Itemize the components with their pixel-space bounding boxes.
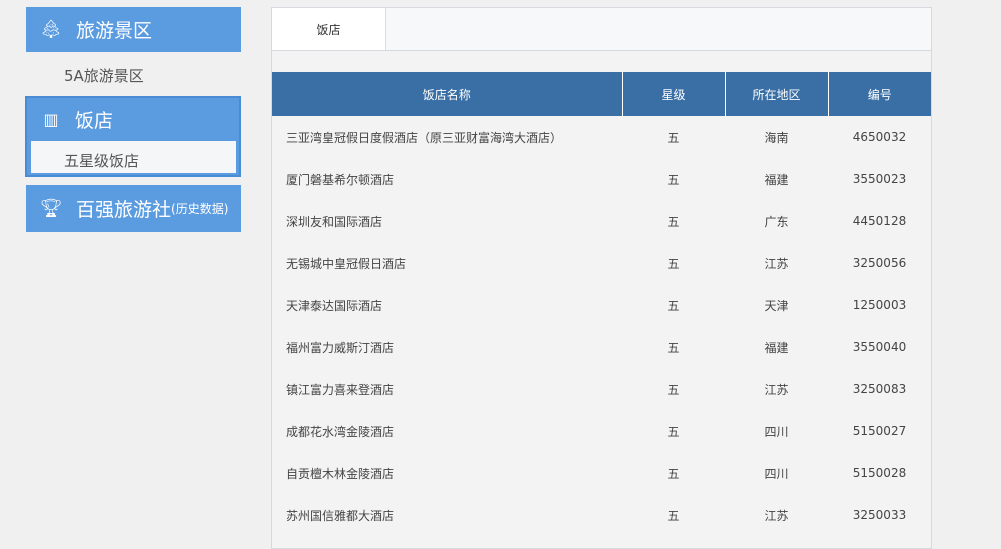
region-cell: 四川 [764,424,789,439]
hotel-name-cell: 自贡檀木林金陵酒店 [286,466,395,481]
region-cell: 广东 [764,214,789,229]
hotel-name-cell: 天津泰达国际酒店 [286,298,383,313]
col-region: 所在地区 [724,72,828,116]
table-row: 天津泰达国际酒店 五 天津 1250003 [272,284,931,326]
hotel-name-cell: 三亚湾皇冠假日度假酒店（原三亚财富海湾大酒店） [286,130,563,145]
star-level-cell: 五 [667,382,680,397]
nav-agency-label: 百强旅游社 [76,199,172,221]
hotel-name-cell: 厦门磐基希尔顿酒店 [286,172,395,187]
col-name: 饭店名称 [272,72,622,116]
region-cell: 江苏 [764,382,789,397]
region-cell: 四川 [764,466,789,481]
nav-agency-suffix: (历史数据) [171,202,229,216]
nav-hotel[interactable]: ▥ 饭店 [27,98,239,141]
region-cell: 江苏 [764,256,789,271]
tab-hotel[interactable]: 饭店 [272,8,386,50]
hotel-name-cell: 无锡城中皇冠假日酒店 [286,256,407,271]
hotel-id-cell: 1250003 [852,298,907,312]
region-cell: 天津 [764,298,789,313]
table-row: 厦门磐基希尔顿酒店 五 福建 3550023 [272,158,931,200]
region-cell: 海南 [764,130,789,145]
hotel-id-cell: 4450128 [852,214,907,228]
hotel-name-cell: 镇江富力喜来登酒店 [286,382,395,397]
star-level-cell: 五 [667,424,680,439]
region-cell: 福建 [764,172,789,187]
star-level-cell: 五 [667,340,680,355]
hotel-name-cell: 深圳友和国际酒店 [286,214,383,229]
content-panel: 饭店 饭店名称 星级 所在地区 编号 三亚湾皇冠假日度假酒店（原三亚财富海湾大酒… [271,7,932,549]
region-cell: 江苏 [764,508,789,523]
table-row: 三亚湾皇冠假日度假酒店（原三亚财富海湾大酒店） 五 海南 4650032 [272,116,931,158]
table-row: 自贡檀木林金陵酒店 五 四川 5150028 [272,452,931,494]
nav-scenic-label: 旅游景区 [76,20,153,42]
hotel-name-cell: 成都花水湾金陵酒店 [286,424,395,439]
hotel-id-cell: 3250033 [852,508,907,522]
star-level-cell: 五 [667,172,680,187]
tree-icon: 🌲︎ [39,19,63,40]
table-row: 镇江富力喜来登酒店 五 江苏 3250083 [272,368,931,410]
hotel-id-cell: 5150028 [852,466,907,480]
nav-scenic[interactable]: 🌲︎ 旅游景区 [26,7,241,52]
hotel-id-cell: 3250083 [852,382,907,396]
sub-five-star-hotel[interactable]: 五星级饭店 [31,141,236,173]
region-cell: 福建 [764,340,789,355]
col-star: 星级 [621,72,725,116]
star-level-cell: 五 [667,508,680,523]
star-level-cell: 五 [667,466,680,481]
hotel-id-cell: 3250056 [852,256,907,270]
nav-hotel-label: 饭店 [75,110,114,132]
tab-bar: 饭店 [272,8,931,51]
trophy-icon: 🏆︎ [39,198,63,219]
nav-hotel-group: ▥ 饭店 五星级饭店 [25,96,241,177]
buildings-icon: ▥ [43,110,59,129]
star-level-cell: 五 [667,214,680,229]
table-row: 成都花水湾金陵酒店 五 四川 5150027 [272,410,931,452]
table-row: 苏州国信雅都大酒店 五 江苏 3250033 [272,494,931,536]
table-row: 福州富力威斯汀酒店 五 福建 3550040 [272,326,931,368]
star-level-cell: 五 [667,130,680,145]
star-level-cell: 五 [667,256,680,271]
star-level-cell: 五 [667,298,680,313]
hotel-id-cell: 4650032 [852,130,907,144]
hotel-name-cell: 苏州国信雅都大酒店 [286,508,395,523]
sub-5a-scenic[interactable]: 5A旅游景区 [26,65,241,87]
col-id: 编号 [827,72,931,116]
hotel-id-cell: 5150027 [852,424,907,438]
hotel-id-cell: 3550023 [852,172,907,186]
nav-agency[interactable]: 🏆︎ 百强旅游社 (历史数据) [26,185,241,232]
table-row: 无锡城中皇冠假日酒店 五 江苏 3250056 [272,242,931,284]
hotel-name-cell: 福州富力威斯汀酒店 [286,340,395,355]
hotel-table: 饭店名称 星级 所在地区 编号 三亚湾皇冠假日度假酒店（原三亚财富海湾大酒店） 五… [272,72,931,536]
table-row: 深圳友和国际酒店 五 广东 4450128 [272,200,931,242]
hotel-id-cell: 3550040 [852,340,907,354]
